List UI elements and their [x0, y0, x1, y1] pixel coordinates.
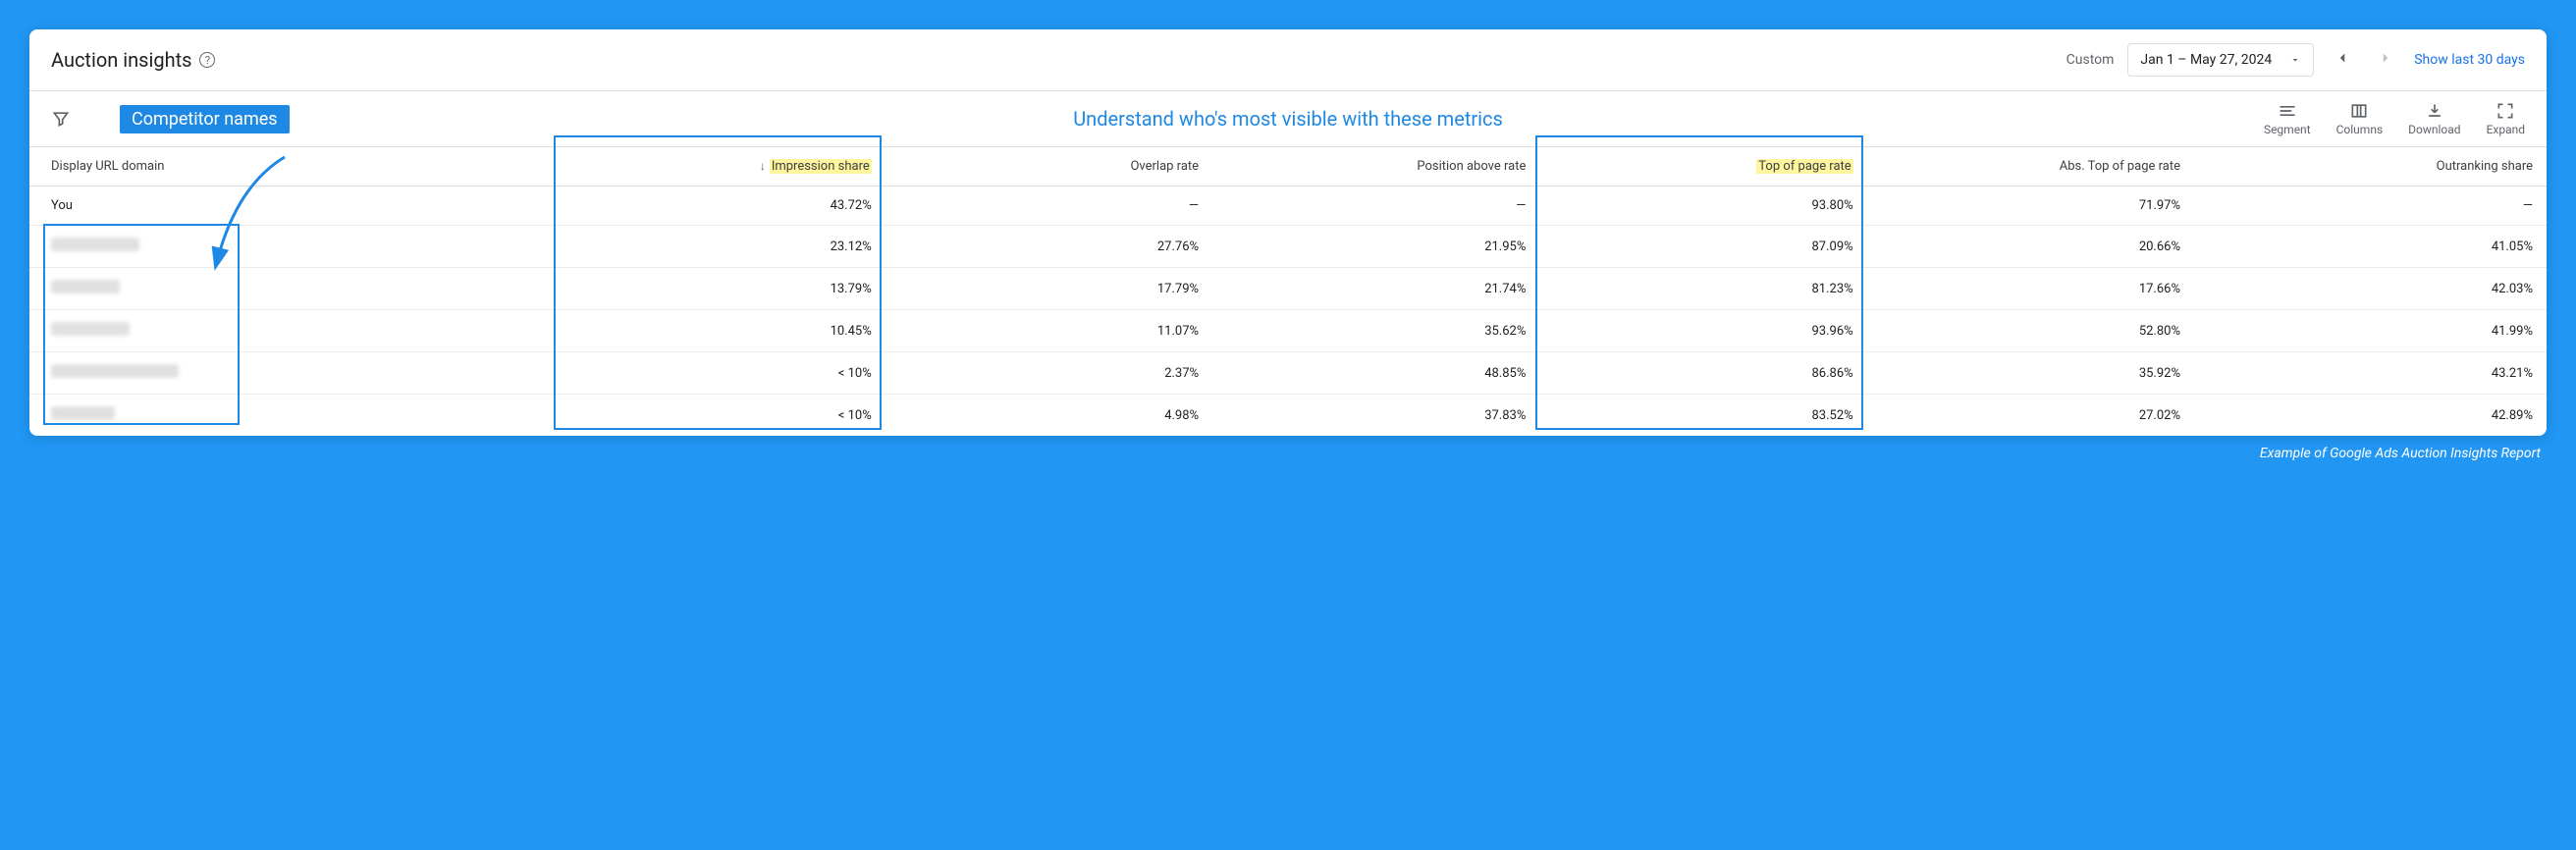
table-body: You43.72%——93.80%71.97%—23.12%27.76%21.9…: [29, 186, 2547, 437]
cell-outranking: —: [2194, 186, 2547, 226]
cell-outranking: 41.05%: [2194, 226, 2547, 268]
cell-domain: [29, 268, 558, 310]
cell-top_of_page: 81.23%: [1539, 268, 1866, 310]
cell-position_above: 21.74%: [1212, 268, 1539, 310]
header-row: Display URL domain ↓Impression share Ove…: [29, 147, 2547, 186]
cell-top_of_page: 93.96%: [1539, 310, 1866, 352]
columns-button[interactable]: Columns: [2336, 101, 2384, 136]
redacted-competitor: [51, 322, 130, 336]
date-mode-label: Custom: [2066, 52, 2115, 68]
cell-outranking: 42.03%: [2194, 268, 2547, 310]
toolbar-actions: Segment Columns Download Expand: [2264, 101, 2525, 136]
show-last-30-link[interactable]: Show last 30 days: [2414, 52, 2525, 68]
cell-position_above: 21.95%: [1212, 226, 1539, 268]
cell-top_of_page: 86.86%: [1539, 352, 1866, 395]
cell-top_of_page: 83.52%: [1539, 395, 1866, 437]
title-text: Auction insights: [51, 48, 191, 72]
cell-impression: 43.72%: [558, 186, 885, 226]
col-outranking[interactable]: Outranking share: [2194, 147, 2547, 186]
redacted-competitor: [51, 280, 120, 293]
table-row: 13.79%17.79%21.74%81.23%17.66%42.03%: [29, 268, 2547, 310]
cell-overlap: —: [886, 186, 1212, 226]
next-period-button: [2371, 43, 2400, 77]
cell-outranking: 43.21%: [2194, 352, 2547, 395]
cell-abs_top: 71.97%: [1867, 186, 2194, 226]
download-icon: [2425, 101, 2444, 121]
expand-icon: [2496, 101, 2515, 121]
col-top-of-page[interactable]: Top of page rate: [1539, 147, 1866, 186]
expand-button[interactable]: Expand: [2487, 101, 2525, 136]
prev-period-button[interactable]: [2328, 43, 2357, 77]
cell-impression: < 10%: [558, 352, 885, 395]
segment-icon: [2278, 101, 2297, 121]
date-range-picker[interactable]: Jan 1 – May 27, 2024: [2127, 43, 2314, 77]
cell-abs_top: 35.92%: [1867, 352, 2194, 395]
table-row: < 10%4.98%37.83%83.52%27.02%42.89%: [29, 395, 2547, 437]
filter-icon[interactable]: [51, 109, 71, 129]
cell-top_of_page: 93.80%: [1539, 186, 1866, 226]
cell-impression: 10.45%: [558, 310, 885, 352]
cell-impression: 23.12%: [558, 226, 885, 268]
header-bar: Auction insights ? Custom Jan 1 – May 27…: [29, 29, 2547, 91]
cell-position_above: 35.62%: [1212, 310, 1539, 352]
cell-domain: [29, 310, 558, 352]
cell-outranking: 42.89%: [2194, 395, 2547, 437]
chevron-down-icon: [2289, 54, 2301, 66]
header-controls: Custom Jan 1 – May 27, 2024 Show last 30…: [2066, 43, 2525, 77]
col-impression-share[interactable]: ↓Impression share: [558, 147, 885, 186]
cell-domain: [29, 226, 558, 268]
cell-abs_top: 20.66%: [1867, 226, 2194, 268]
cell-top_of_page: 87.09%: [1539, 226, 1866, 268]
col-abs-top[interactable]: Abs. Top of page rate: [1867, 147, 2194, 186]
cell-domain: [29, 395, 558, 437]
table-row: You43.72%——93.80%71.97%—: [29, 186, 2547, 226]
toolbar-row: Competitor names Understand who's most v…: [29, 91, 2547, 146]
expand-label: Expand: [2487, 123, 2525, 136]
cell-domain: You: [29, 186, 558, 226]
annotation-competitor-badge: Competitor names: [120, 105, 290, 133]
download-button[interactable]: Download: [2408, 101, 2460, 136]
cell-overlap: 4.98%: [886, 395, 1212, 437]
redacted-competitor: [51, 364, 179, 378]
date-range-text: Jan 1 – May 27, 2024: [2140, 52, 2272, 68]
col-overlap[interactable]: Overlap rate: [886, 147, 1212, 186]
cell-impression: < 10%: [558, 395, 885, 437]
cell-position_above: 37.83%: [1212, 395, 1539, 437]
report-card: Auction insights ? Custom Jan 1 – May 27…: [29, 29, 2547, 436]
col-position-above[interactable]: Position above rate: [1212, 147, 1539, 186]
col-domain[interactable]: Display URL domain: [29, 147, 558, 186]
sort-desc-icon: ↓: [760, 159, 766, 173]
page-title: Auction insights ?: [51, 48, 215, 72]
cell-abs_top: 52.80%: [1867, 310, 2194, 352]
segment-label: Segment: [2264, 123, 2311, 136]
cell-impression: 13.79%: [558, 268, 885, 310]
columns-label: Columns: [2336, 123, 2384, 136]
cell-overlap: 2.37%: [886, 352, 1212, 395]
auction-table: Display URL domain ↓Impression share Ove…: [29, 146, 2547, 436]
annotation-metrics-text: Understand who's most visible with these…: [1073, 107, 1503, 131]
cell-overlap: 17.79%: [886, 268, 1212, 310]
table-row: < 10%2.37%48.85%86.86%35.92%43.21%: [29, 352, 2547, 395]
image-caption: Example of Google Ads Auction Insights R…: [29, 446, 2547, 461]
table-row: 10.45%11.07%35.62%93.96%52.80%41.99%: [29, 310, 2547, 352]
segment-button[interactable]: Segment: [2264, 101, 2311, 136]
cell-overlap: 27.76%: [886, 226, 1212, 268]
cell-overlap: 11.07%: [886, 310, 1212, 352]
cell-position_above: —: [1212, 186, 1539, 226]
download-label: Download: [2408, 123, 2460, 136]
table-row: 23.12%27.76%21.95%87.09%20.66%41.05%: [29, 226, 2547, 268]
cell-position_above: 48.85%: [1212, 352, 1539, 395]
cell-domain: [29, 352, 558, 395]
redacted-competitor: [51, 238, 139, 251]
cell-outranking: 41.99%: [2194, 310, 2547, 352]
redacted-competitor: [51, 406, 115, 420]
cell-abs_top: 17.66%: [1867, 268, 2194, 310]
help-icon[interactable]: ?: [199, 52, 215, 68]
cell-abs_top: 27.02%: [1867, 395, 2194, 437]
columns-icon: [2349, 101, 2369, 121]
